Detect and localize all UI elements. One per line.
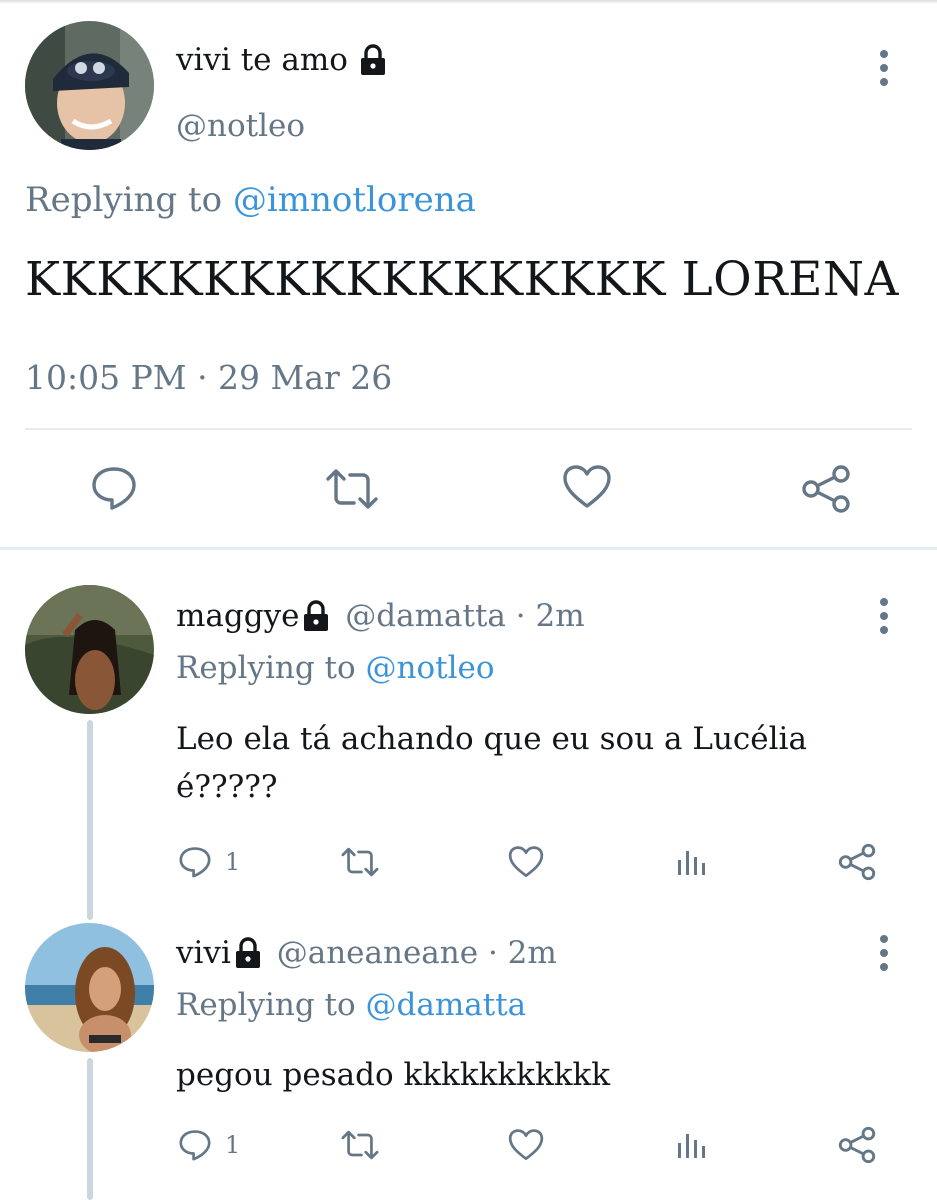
thread-connector-line xyxy=(87,720,93,920)
share-icon[interactable] xyxy=(838,1126,876,1164)
analytics-icon[interactable] xyxy=(675,1128,709,1162)
lock-icon xyxy=(299,598,335,638)
reply-text-line-1: pegou pesado kkkkkkkkkkk xyxy=(176,1057,611,1093)
thread-connector-line xyxy=(87,1058,93,1200)
reply-icon[interactable] xyxy=(178,845,212,879)
retweet-icon[interactable] xyxy=(340,1128,380,1162)
like-icon[interactable] xyxy=(562,464,612,510)
main-tweet-handle[interactable]: @notleo xyxy=(176,106,305,146)
replying-prefix: Replying to xyxy=(176,650,356,686)
reply-count: 1 xyxy=(225,1131,241,1159)
replying-prefix: Replying to xyxy=(25,180,223,220)
retweet-icon[interactable] xyxy=(340,845,380,879)
reply-count: 1 xyxy=(225,848,241,876)
reply-text-line-2: é????? xyxy=(176,769,278,805)
reply-display-name[interactable]: maggye xyxy=(176,598,299,634)
like-icon[interactable] xyxy=(508,1128,544,1162)
reply-icon[interactable] xyxy=(90,464,138,512)
more-options-icon[interactable] xyxy=(878,50,890,92)
replying-to-link[interactable]: @damatta xyxy=(366,987,527,1023)
reply-handle[interactable]: @aneaneane xyxy=(277,935,478,971)
reply-time[interactable]: · 2m xyxy=(516,598,585,634)
analytics-icon[interactable] xyxy=(675,845,709,879)
reply-header: vivi @aneaneane · 2m xyxy=(176,933,557,975)
top-edge-shadow xyxy=(0,0,937,4)
more-options-icon[interactable] xyxy=(878,598,890,640)
reply-replying-line: Replying to @notleo xyxy=(176,648,495,688)
main-tweet-name-text[interactable]: vivi te amo xyxy=(176,42,348,78)
lock-icon xyxy=(358,42,388,82)
reply-display-name[interactable]: vivi xyxy=(176,935,231,971)
more-options-icon[interactable] xyxy=(878,935,890,977)
section-separator xyxy=(0,547,937,550)
like-icon[interactable] xyxy=(508,845,544,879)
divider xyxy=(25,428,912,430)
reply-icon[interactable] xyxy=(178,1128,212,1162)
main-tweet-text: KKKKKKKKKKKKKKKKKK LORENA xyxy=(25,252,899,307)
replying-prefix: Replying to xyxy=(176,987,356,1023)
main-tweet-replying-line: Replying to @imnotlorena xyxy=(25,178,476,222)
main-tweet-avatar[interactable] xyxy=(25,21,154,150)
lock-icon xyxy=(231,935,267,975)
reply-replying-line: Replying to @damatta xyxy=(176,985,526,1025)
replying-to-link[interactable]: @imnotlorena xyxy=(233,180,476,220)
main-tweet-timestamp[interactable]: 10:05 PM · 29 Mar 26 xyxy=(25,356,392,400)
share-icon[interactable] xyxy=(838,843,876,881)
reply-avatar[interactable] xyxy=(25,923,154,1052)
share-icon[interactable] xyxy=(801,464,851,514)
reply-time[interactable]: · 2m xyxy=(488,935,557,971)
main-tweet-display-name[interactable]: vivi te amo xyxy=(176,40,388,82)
reply-handle[interactable]: @damatta xyxy=(345,598,506,634)
reply-header: maggye @damatta · 2m xyxy=(176,596,585,638)
replying-to-link[interactable]: @notleo xyxy=(366,650,495,686)
reply-text-line-1: Leo ela tá achando que eu sou a Lucélia xyxy=(176,721,807,757)
reply-avatar[interactable] xyxy=(25,585,154,714)
retweet-icon[interactable] xyxy=(324,466,380,512)
